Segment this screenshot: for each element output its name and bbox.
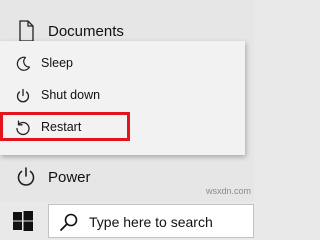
restart-highlight-box — [0, 112, 130, 141]
search-placeholder: Type here to search — [89, 214, 213, 230]
watermark-text: wsxdn.com — [206, 186, 252, 196]
menu-item-shut-down[interactable]: Shut down — [0, 81, 245, 111]
power-icon — [14, 165, 38, 189]
menu-item-sleep[interactable]: Sleep — [0, 49, 245, 79]
taskbar: Type here to search — [0, 202, 254, 240]
power-icon — [14, 87, 32, 105]
document-icon — [14, 19, 38, 43]
sleep-label: Sleep — [41, 56, 73, 70]
windows-logo-icon[interactable] — [12, 210, 34, 232]
power-label: Power — [48, 168, 91, 186]
start-menu: Documents Power Sleep Shut down Restart — [0, 0, 254, 202]
shut-down-label: Shut down — [41, 88, 101, 102]
documents-label: Documents — [48, 22, 124, 40]
search-input[interactable]: Type here to search — [48, 204, 254, 238]
moon-icon — [14, 55, 32, 73]
search-icon — [59, 212, 79, 232]
